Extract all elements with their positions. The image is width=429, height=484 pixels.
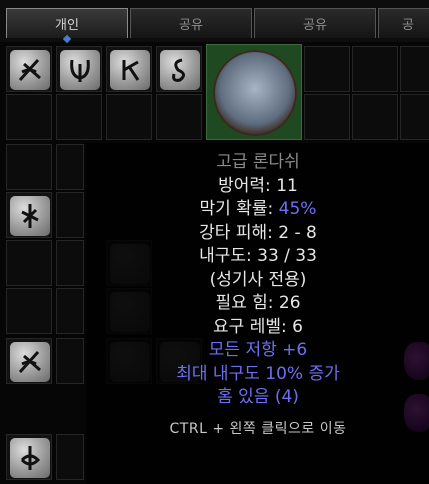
stash-slot[interactable] xyxy=(304,46,350,92)
block-line: 막기 확률: 45% xyxy=(86,198,429,222)
item-name: 고급 론다쉬 xyxy=(216,152,300,172)
defense-line: 방어력: 11 xyxy=(86,175,429,199)
stash-slot[interactable] xyxy=(106,46,152,92)
mod-all-resist: 모든 저항 +6 xyxy=(208,340,308,360)
stash-slot[interactable] xyxy=(400,94,429,140)
tab-shared-3[interactable]: 공 xyxy=(378,8,429,38)
stash-slot[interactable] xyxy=(6,338,52,384)
required-level: 요구 레벨: 6 xyxy=(213,316,303,337)
rune-stone-icon[interactable] xyxy=(10,196,50,236)
stash-slot[interactable] xyxy=(304,94,350,140)
stash-slot[interactable] xyxy=(6,192,52,238)
required-strength: 필요 힘: 26 xyxy=(215,293,301,313)
stash-slot[interactable] xyxy=(156,94,202,140)
rune-stone-icon[interactable] xyxy=(160,50,200,90)
mod-max-durability: 최대 내구도 10% 증가 xyxy=(176,363,340,384)
stash-tab-bar: 개인 공유 공유 공 xyxy=(0,0,429,44)
move-hint: CTRL + 왼쪽 클릭으로 이동 xyxy=(169,420,347,437)
stash-slot[interactable] xyxy=(6,144,52,190)
tab-shared-1-label: 공유 xyxy=(179,18,203,33)
stash-slot[interactable] xyxy=(156,46,202,92)
tab-shared-3-label: 공 xyxy=(402,18,414,33)
rune-stone-icon[interactable] xyxy=(10,50,50,90)
stash-slot[interactable] xyxy=(400,46,429,92)
smite-value: 2 - 8 xyxy=(278,222,317,243)
tab-personal[interactable]: 개인 xyxy=(6,8,128,44)
tab-shared-1[interactable]: 공유 xyxy=(130,8,252,38)
stash-slot[interactable] xyxy=(56,288,84,334)
tab-personal-label: 개인 xyxy=(55,18,79,33)
stash-slot[interactable] xyxy=(6,288,52,334)
durability-value: 33 / 33 xyxy=(257,246,317,266)
rune-stone-icon[interactable] xyxy=(60,50,100,90)
durability-line: 내구도: 33 / 33 xyxy=(86,245,429,269)
block-label: 막기 확률: xyxy=(199,199,274,219)
stash-slot[interactable] xyxy=(56,434,84,480)
socket-count: 홈 있음 (4) xyxy=(217,387,299,407)
stash-slot[interactable] xyxy=(352,46,398,92)
durability-label: 내구도: xyxy=(199,246,252,266)
stash-slot[interactable] xyxy=(56,46,102,92)
equipped-shield-slot[interactable] xyxy=(206,44,302,140)
stash-slot[interactable] xyxy=(56,338,84,384)
tab-shared-2[interactable]: 공유 xyxy=(254,8,376,38)
rune-stone-icon[interactable] xyxy=(110,50,150,90)
stash-slot[interactable] xyxy=(56,94,102,140)
block-value: 45% xyxy=(278,199,317,219)
stash-slot[interactable] xyxy=(106,94,152,140)
tab-shared-2-label: 공유 xyxy=(303,18,327,33)
stash-slot[interactable] xyxy=(352,94,398,140)
defense-value: 11 xyxy=(276,175,298,196)
stash-slot[interactable] xyxy=(56,192,84,238)
stash-slot[interactable] xyxy=(56,144,84,190)
stash-slot[interactable] xyxy=(6,240,52,286)
stash-slot[interactable] xyxy=(6,434,52,480)
rune-stone-icon[interactable] xyxy=(10,342,50,382)
class-restriction: (성기사 전용) xyxy=(209,269,307,290)
stash-slot[interactable] xyxy=(6,46,52,92)
item-tooltip: 고급 론다쉬 방어력: 11 막기 확률: 45% 강타 피해: 2 - 8 내… xyxy=(86,143,429,484)
stash-slot[interactable] xyxy=(56,240,84,286)
stash-slot[interactable] xyxy=(6,94,52,140)
smite-line: 강타 피해: 2 - 8 xyxy=(86,222,429,246)
smite-label: 강타 피해: xyxy=(199,222,273,243)
active-tab-marker-icon xyxy=(62,34,72,44)
defense-label: 방어력: xyxy=(218,175,271,196)
paladin-shield-icon[interactable] xyxy=(213,50,297,136)
rune-stone-icon[interactable] xyxy=(10,438,50,478)
